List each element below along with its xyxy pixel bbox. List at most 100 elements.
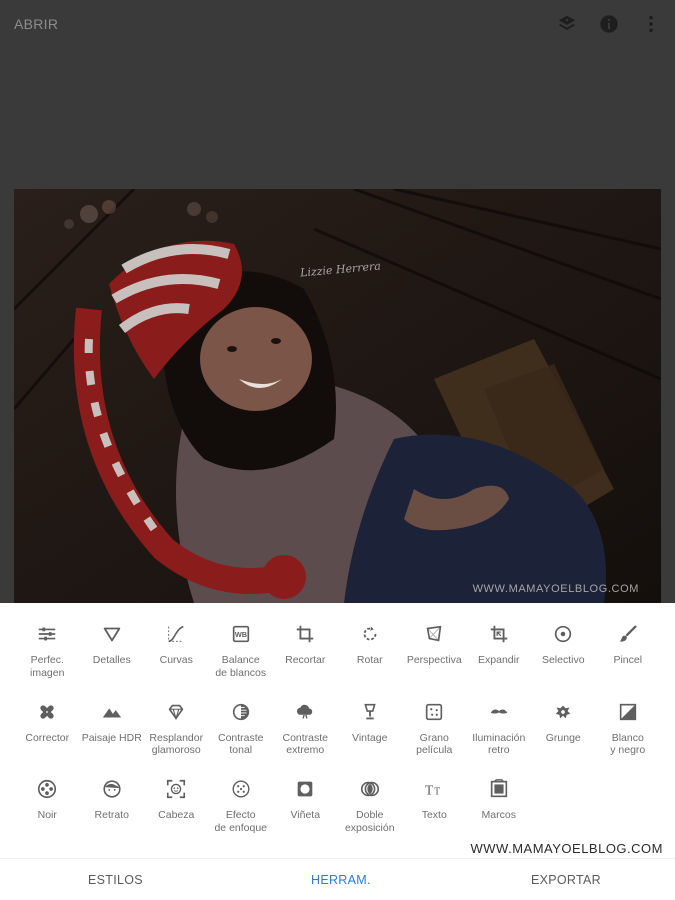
tool-label: Grunge — [545, 731, 581, 744]
tool-label: Noir — [37, 809, 57, 821]
tool-rotate[interactable]: Rotar — [338, 623, 403, 689]
tool-label: Marcos — [481, 809, 516, 821]
face-scan-icon — [165, 778, 187, 800]
tool-label: Selectivo — [541, 654, 585, 666]
tool-mustache[interactable]: Iluminación retro — [467, 701, 532, 767]
tool-expand[interactable]: Expandir — [467, 623, 532, 689]
photo-watermark: WWW.MAMAYOELBLOG.COM — [472, 583, 639, 595]
tool-curves[interactable]: Curvas — [144, 623, 209, 689]
svg-text:T: T — [425, 783, 434, 798]
tool-cloud[interactable]: Contraste extremo — [273, 701, 338, 767]
tool-label: Iluminación retro — [472, 731, 526, 757]
brush-icon — [617, 623, 639, 645]
svg-text:WB: WB — [235, 630, 247, 639]
tab-export[interactable]: EXPORTAR — [531, 873, 601, 887]
tool-perspective[interactable]: Perspectiva — [402, 623, 467, 689]
tool-label: Paisaje HDR — [81, 731, 142, 744]
tool-face-scan[interactable]: Cabeza — [144, 778, 209, 844]
tool-grunge[interactable]: Grunge — [531, 701, 596, 767]
rotate-icon — [359, 623, 381, 645]
tools-panel: Perfec. imagen Detalles Curvas WB Balance de… — [0, 603, 675, 858]
tool-selective[interactable]: Selectivo — [531, 623, 596, 689]
frame-icon — [488, 778, 510, 800]
tool-label: Perfec. imagen — [30, 654, 65, 679]
focus-icon — [230, 778, 252, 800]
tool-triangle[interactable]: Detalles — [80, 623, 145, 689]
text-icon: TT — [423, 778, 445, 800]
tool-mountains[interactable]: Paisaje HDR — [80, 701, 145, 767]
film-reel-icon — [36, 778, 58, 800]
bw-icon — [617, 701, 639, 723]
tool-frame[interactable]: Marcos — [467, 778, 532, 844]
layers-icon[interactable] — [556, 13, 578, 35]
tool-label: Pincel — [613, 654, 643, 666]
tool-text[interactable]: T T Texto — [402, 778, 467, 844]
tool-label: Detalles — [92, 654, 131, 666]
tab-tools[interactable]: HERRAM. — [311, 873, 371, 887]
tool-grain[interactable]: Grano película — [402, 701, 467, 767]
selective-icon — [552, 623, 574, 645]
tool-label: Retrato — [94, 809, 129, 821]
grunge-icon — [552, 701, 574, 723]
tool-crop[interactable]: Recortar — [273, 623, 338, 689]
tool-label: Contraste extremo — [282, 731, 329, 757]
open-button[interactable]: ABRIR — [14, 16, 58, 32]
footer-watermark: WWW.MAMAYOELBLOG.COM — [470, 841, 663, 856]
tool-focus[interactable]: Efecto de enfoque — [209, 778, 274, 844]
tool-vignette[interactable]: Viñeta — [273, 778, 338, 844]
tool-double-exposure[interactable]: Doble exposición — [338, 778, 403, 844]
mustache-icon — [488, 701, 510, 723]
bottom-navigation: ESTILOS HERRAM. EXPORTAR — [0, 858, 675, 900]
tool-white-balance[interactable]: WB Balance de blancos — [209, 623, 274, 689]
tool-label: Recortar — [285, 654, 326, 666]
tool-film-reel[interactable]: Noir — [15, 778, 80, 844]
tool-label: Contraste tonal — [217, 731, 264, 757]
vignette-icon — [294, 778, 316, 800]
photo-preview: Lizzie Herrera WWW.MAMAYOELBLOG.COM — [14, 189, 661, 603]
info-icon[interactable] — [598, 13, 620, 35]
curves-icon — [165, 623, 187, 645]
bandage-icon — [36, 701, 58, 723]
tool-label: Efecto de enfoque — [214, 809, 268, 834]
diamond-icon — [165, 701, 187, 723]
tool-label: Curvas — [159, 654, 193, 666]
mountains-icon — [101, 701, 123, 723]
tool-label: Doble exposición — [344, 809, 395, 834]
tool-label: Perspectiva — [406, 654, 462, 666]
white-balance-icon: WB — [230, 623, 252, 645]
tool-label: Viñeta — [290, 809, 321, 821]
tool-tonal[interactable]: Contraste tonal — [209, 701, 274, 767]
expand-icon — [488, 623, 510, 645]
more-vert-icon[interactable] — [640, 13, 662, 35]
tool-label: Blanco y negro — [610, 731, 646, 757]
svg-text:T: T — [434, 787, 440, 798]
tool-label: Cabeza — [158, 809, 195, 821]
tool-label: Rotar — [356, 654, 383, 666]
tool-diamond[interactable]: Resplandor glamoroso — [144, 701, 209, 767]
cloud-icon — [294, 701, 316, 723]
tool-label: Balance de blancos — [215, 654, 267, 679]
tool-lamp[interactable]: Vintage — [338, 701, 403, 767]
tonal-icon — [230, 701, 252, 723]
tool-label: Corrector — [25, 731, 70, 744]
tool-face[interactable]: Retrato — [80, 778, 145, 844]
crop-icon — [294, 623, 316, 645]
tool-brush[interactable]: Pincel — [596, 623, 661, 689]
triangle-icon — [101, 623, 123, 645]
tool-label: Expandir — [478, 654, 520, 666]
double-exposure-icon — [359, 778, 381, 800]
tool-bw[interactable]: Blanco y negro — [596, 701, 661, 767]
tool-bandage[interactable]: Corrector — [15, 701, 80, 767]
perspective-icon — [423, 623, 445, 645]
tool-label: Resplandor glamoroso — [149, 731, 204, 757]
face-icon — [101, 778, 123, 800]
tool-label: Texto — [421, 809, 447, 821]
tune-icon — [36, 623, 58, 645]
tab-styles[interactable]: ESTILOS — [88, 873, 143, 887]
tool-label: Vintage — [352, 731, 388, 744]
tool-tune[interactable]: Perfec. imagen — [15, 623, 80, 689]
tool-label: Grano película — [416, 731, 453, 757]
top-app-bar: ABRIR — [0, 0, 675, 48]
lamp-icon — [359, 701, 381, 723]
grain-icon — [423, 701, 445, 723]
